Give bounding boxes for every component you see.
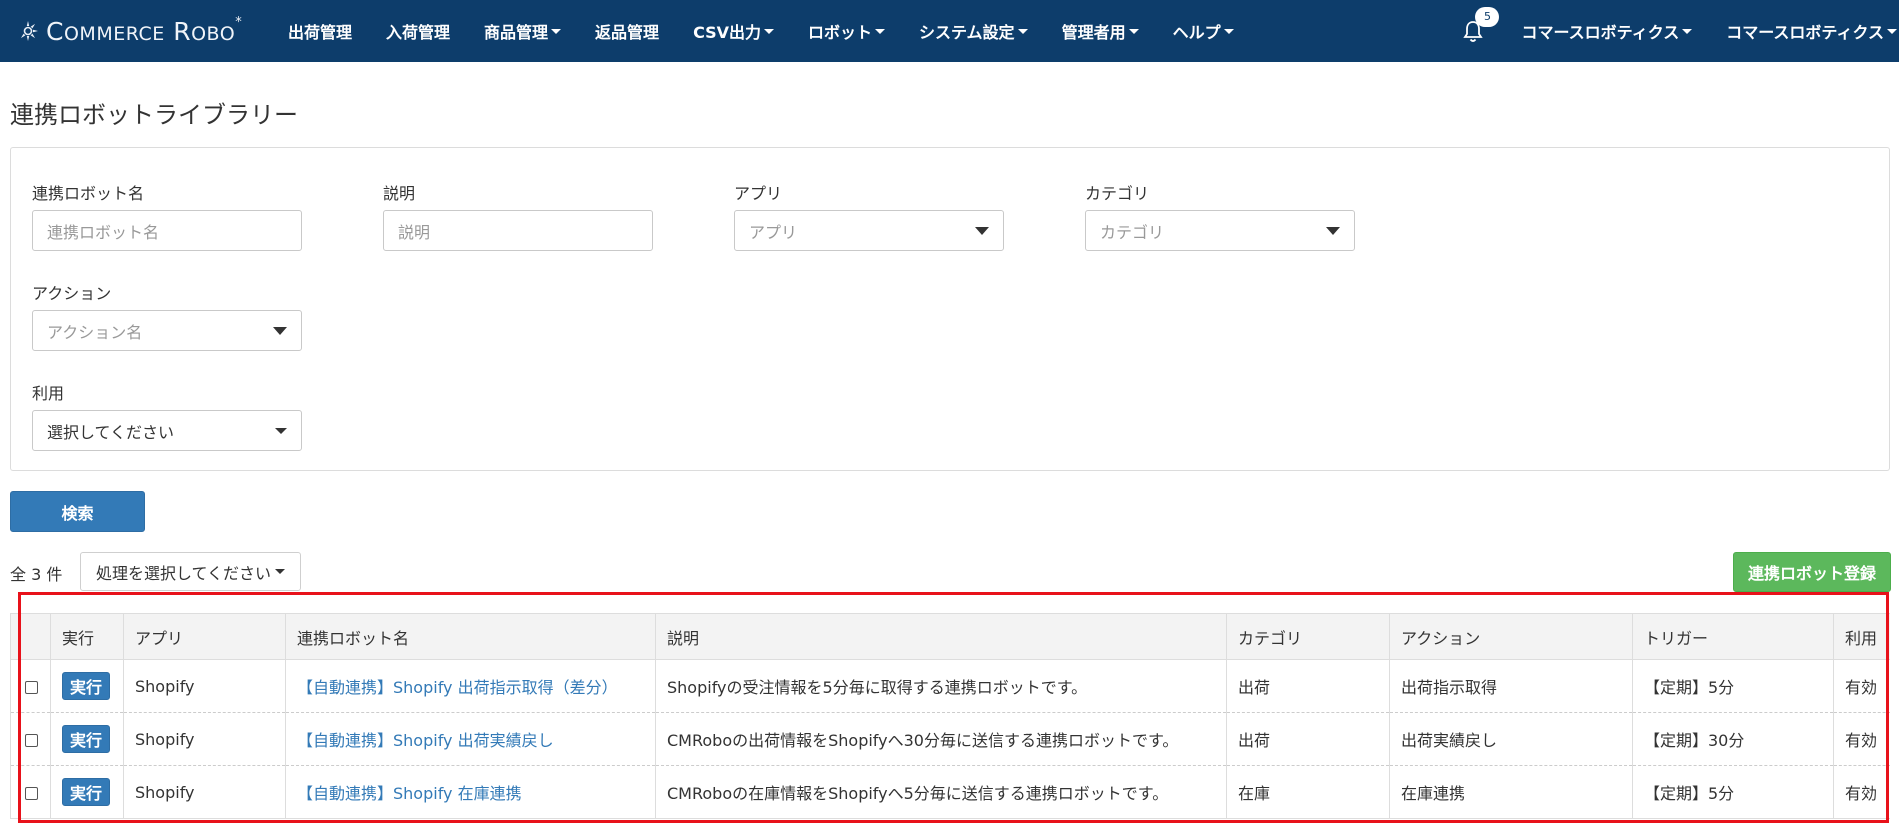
- cell-usage: 有効: [1833, 712, 1890, 766]
- search-button[interactable]: 検索: [10, 491, 145, 532]
- caret-down-icon: [1017, 28, 1028, 34]
- robot-name-label: 連携ロボット名: [32, 184, 145, 203]
- caret-down-icon: [1887, 28, 1897, 34]
- robot-name-link[interactable]: 【自動連携】Shopify 出荷実績戻し: [297, 731, 554, 750]
- brand-wordmark: COMMERCE ROBO*: [46, 14, 243, 46]
- caret-down-icon: [275, 569, 286, 574]
- category-field: カテゴリ カテゴリ: [1085, 180, 1355, 251]
- cell-app: Shopify: [123, 712, 286, 766]
- category-label: カテゴリ: [1085, 184, 1150, 203]
- navbar-right: 5 コマースロボティクス コマースロボティクス: [1461, 0, 1899, 62]
- user-menu-2[interactable]: コマースロボティクス: [1726, 19, 1897, 43]
- page-title: 連携ロボットライブラリー: [10, 101, 298, 129]
- header-app[interactable]: アプリ: [123, 613, 286, 660]
- header-description[interactable]: 説明: [655, 613, 1227, 660]
- nav-help[interactable]: ヘルプ: [1173, 19, 1234, 43]
- bulk-action-dropdown[interactable]: 処理を選択してください: [80, 552, 301, 591]
- robot-name-link[interactable]: 【自動連携】Shopify 出荷指示取得（差分）: [297, 678, 618, 697]
- dropdown-arrow-icon: [975, 226, 989, 235]
- robot-name-link[interactable]: 【自動連携】Shopify 在庫連携: [297, 784, 522, 803]
- dropdown-arrow-icon: [275, 427, 287, 434]
- nav-admin[interactable]: 管理者用: [1062, 19, 1139, 43]
- cell-trigger: 【定期】5分: [1632, 659, 1834, 713]
- cell-usage: 有効: [1833, 765, 1890, 819]
- gear-logo-icon: [20, 21, 38, 41]
- robot-table: 実行 アプリ 連携ロボット名 説明 カテゴリ アクション トリガー 利用 実行 …: [10, 613, 1890, 819]
- brand-logo[interactable]: COMMERCE ROBO*: [16, 0, 266, 62]
- cell-trigger: 【定期】30分: [1632, 712, 1834, 766]
- action-select[interactable]: アクション名: [32, 310, 302, 351]
- caret-down-icon: [1223, 28, 1234, 34]
- usage-label: 利用: [32, 384, 65, 403]
- action-field: アクション アクション名: [32, 280, 302, 351]
- caret-down-icon: [875, 28, 886, 34]
- nav-returns[interactable]: 返品管理: [595, 19, 659, 43]
- row-checkbox[interactable]: [25, 786, 38, 800]
- robot-name-input[interactable]: 連携ロボット名: [32, 210, 302, 251]
- header-checkbox-col: [10, 613, 51, 660]
- nav-shipping[interactable]: 出荷管理: [288, 19, 352, 43]
- cell-usage: 有効: [1833, 659, 1890, 713]
- category-select[interactable]: カテゴリ: [1085, 210, 1355, 251]
- robot-name-field: 連携ロボット名 連携ロボット名: [32, 180, 302, 251]
- nav-csv-export[interactable]: CSV出力: [693, 19, 775, 43]
- register-robot-button[interactable]: 連携ロボット登録: [1733, 552, 1891, 592]
- table-row: 実行 Shopify 【自動連携】Shopify 出荷実績戻し CMRoboの出…: [10, 712, 1890, 766]
- header-trigger[interactable]: トリガー: [1632, 613, 1834, 660]
- table-row: 実行 Shopify 【自動連携】Shopify 在庫連携 CMRoboの在庫情…: [10, 765, 1890, 819]
- row-checkbox[interactable]: [25, 680, 38, 694]
- cell-action: 出荷実績戻し: [1389, 712, 1633, 766]
- header-action[interactable]: アクション: [1389, 613, 1633, 660]
- nav-system-settings[interactable]: システム設定: [919, 19, 1028, 43]
- nav-products[interactable]: 商品管理: [484, 19, 562, 43]
- caret-down-icon: [764, 28, 775, 34]
- result-count: 全 3 件: [10, 565, 63, 584]
- cell-action: 在庫連携: [1389, 765, 1633, 819]
- header-category[interactable]: カテゴリ: [1226, 613, 1390, 660]
- header-robot-name[interactable]: 連携ロボット名: [285, 613, 656, 660]
- action-label: アクション: [32, 284, 112, 303]
- app-field: アプリ アプリ: [734, 180, 1004, 251]
- notification-badge: 5: [1475, 7, 1500, 27]
- caret-down-icon: [1682, 28, 1693, 34]
- run-button[interactable]: 実行: [62, 672, 110, 700]
- description-field: 説明 説明: [383, 180, 653, 251]
- run-button[interactable]: 実行: [62, 778, 110, 806]
- description-label: 説明: [383, 184, 416, 203]
- cell-action: 出荷指示取得: [1389, 659, 1633, 713]
- usage-select[interactable]: 選択してください: [32, 410, 302, 451]
- nav-receiving[interactable]: 入荷管理: [386, 19, 450, 43]
- header-usage[interactable]: 利用: [1833, 613, 1890, 660]
- table-row: 実行 Shopify 【自動連携】Shopify 出荷指示取得（差分） Shop…: [10, 659, 1890, 713]
- cell-trigger: 【定期】5分: [1632, 765, 1834, 819]
- robot-table-container: 実行 アプリ 連携ロボット名 説明 カテゴリ アクション トリガー 利用 実行 …: [10, 613, 1890, 821]
- caret-down-icon: [1128, 28, 1139, 34]
- cell-app: Shopify: [123, 659, 286, 713]
- user-menu-1[interactable]: コマースロボティクス: [1521, 19, 1693, 43]
- dropdown-arrow-icon: [273, 326, 287, 335]
- cell-description: CMRoboの出荷情報をShopifyへ30分毎に送信する連携ロボットです。: [655, 712, 1227, 766]
- app-label: アプリ: [734, 184, 783, 203]
- row-checkbox[interactable]: [25, 733, 38, 747]
- cell-category: 出荷: [1226, 712, 1390, 766]
- cell-app: Shopify: [123, 765, 286, 819]
- cell-category: 出荷: [1226, 659, 1390, 713]
- nav-robot[interactable]: ロボット: [808, 19, 886, 43]
- search-filter-panel: 連携ロボット名 連携ロボット名 説明 説明 アプリ アプリ カテゴリ カテゴリ …: [10, 147, 1890, 471]
- main-menu: 出荷管理 入荷管理 商品管理 返品管理 CSV出力 ロボット システム設定 管理…: [288, 0, 1268, 62]
- notification-button[interactable]: 5: [1461, 7, 1500, 45]
- run-button[interactable]: 実行: [62, 725, 110, 753]
- cell-description: CMRoboの在庫情報をShopifyへ5分毎に送信する連携ロボットです。: [655, 765, 1227, 819]
- cell-description: Shopifyの受注情報を5分毎に取得する連携ロボットです。: [655, 659, 1227, 713]
- header-run[interactable]: 実行: [50, 613, 124, 660]
- caret-down-icon: [551, 28, 562, 34]
- table-header-row: 実行 アプリ 連携ロボット名 説明 カテゴリ アクション トリガー 利用: [10, 613, 1890, 660]
- app-select[interactable]: アプリ: [734, 210, 1004, 251]
- top-navbar: COMMERCE ROBO* 出荷管理 入荷管理 商品管理 返品管理 CSV出力…: [0, 0, 1899, 62]
- usage-field: 利用 選択してください: [32, 380, 302, 451]
- description-input[interactable]: 説明: [383, 210, 653, 251]
- cell-category: 在庫: [1226, 765, 1390, 819]
- dropdown-arrow-icon: [1326, 226, 1340, 235]
